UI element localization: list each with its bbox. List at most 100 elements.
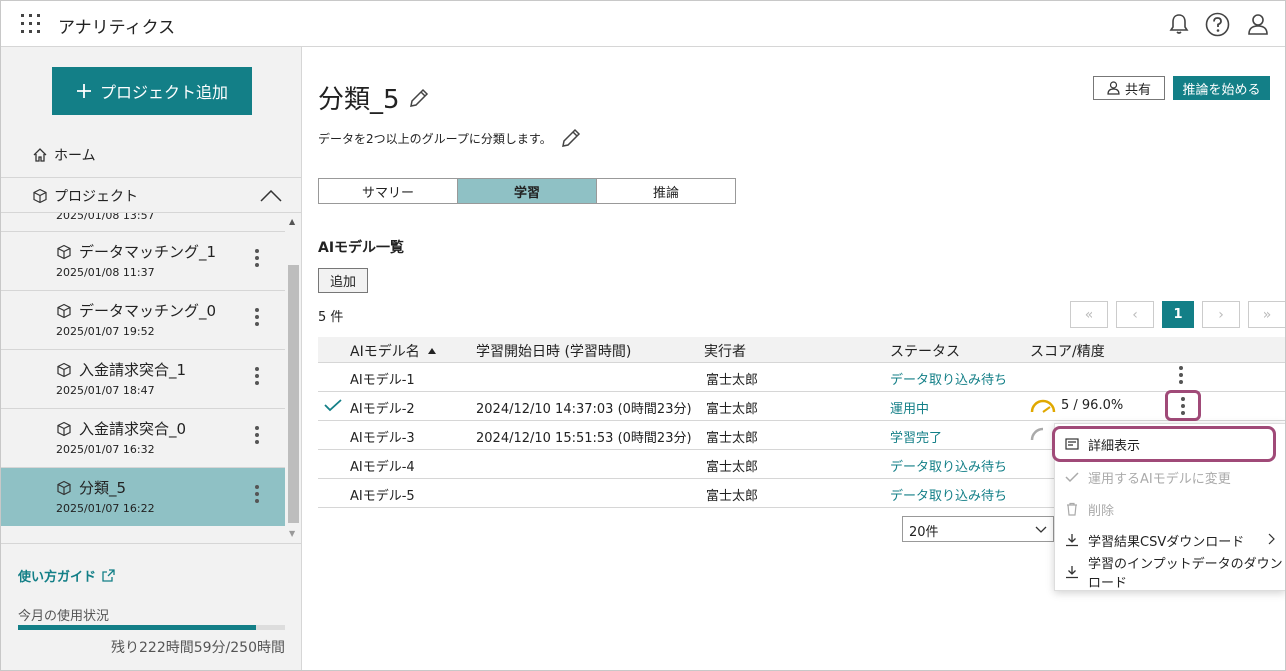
- menu-item[interactable]: 学習結果CSVダウンロード: [1055, 525, 1285, 555]
- project-date: 2025/01/07 18:47: [56, 384, 155, 397]
- external-link-icon: [102, 569, 115, 582]
- usage-progress-fill: [18, 625, 256, 630]
- menu-item-label: 学習のインプットデータのダウンロード: [1088, 557, 1283, 591]
- scroll-up-icon[interactable]: ▲: [289, 217, 295, 226]
- cell-status[interactable]: データ取り込み待ち: [890, 485, 1007, 504]
- col-header-name[interactable]: AIモデル名: [350, 341, 436, 361]
- row-menu-icon-active[interactable]: [1165, 390, 1201, 421]
- project-menu-icon[interactable]: [254, 366, 260, 386]
- project-list: 2025/01/08 13:57 データマッチング_1 2025/01/08 11…: [1, 213, 285, 543]
- project-name: 分類_5: [56, 477, 126, 498]
- cell-status[interactable]: データ取り込み待ち: [890, 369, 1007, 388]
- top-header: アナリティクス: [1, 1, 1285, 47]
- project-menu-icon[interactable]: [254, 425, 260, 445]
- cube-icon: [56, 362, 72, 378]
- cell-status[interactable]: 学習完了: [890, 427, 942, 446]
- pencil-icon[interactable]: [408, 87, 430, 109]
- pencil-icon[interactable]: [560, 127, 582, 149]
- sort-asc-icon: [427, 348, 436, 354]
- user-icon[interactable]: [1246, 12, 1270, 36]
- usage-text: 残り222時間59分/250時間: [111, 640, 285, 656]
- chevron-up-icon[interactable]: [260, 190, 282, 202]
- nav-home[interactable]: ホーム: [32, 145, 96, 165]
- project-name: 入金請求突合_1: [56, 359, 186, 380]
- tab-bar: サマリー 学習 推論: [318, 178, 736, 204]
- page-first-button[interactable]: «: [1070, 301, 1108, 328]
- add-project-button[interactable]: プロジェクト追加: [52, 67, 252, 115]
- project-name-text: 入金請求突合_0: [79, 420, 187, 438]
- usage-guide-link[interactable]: 使い方ガイド: [18, 566, 115, 585]
- menu-item-label: 運用するAIモデルに変更: [1088, 471, 1231, 487]
- page-prev-button[interactable]: ‹: [1116, 301, 1154, 328]
- cube-icon: [33, 188, 47, 204]
- project-item[interactable]: データマッチング_0 2025/01/07 19:52: [1, 290, 285, 349]
- sidebar-scrollbar[interactable]: ▲ ▼: [286, 213, 301, 543]
- apps-icon[interactable]: [20, 13, 42, 35]
- scroll-down-icon[interactable]: ▼: [289, 529, 295, 538]
- per-page-value: 20件: [909, 525, 939, 540]
- check-icon: [1065, 471, 1079, 483]
- usage-progress-bar: [18, 625, 285, 630]
- project-name: データマッチング_1: [56, 241, 216, 262]
- table-row[interactable]: AIモデル-2 2024/12/10 14:37:03 (0時間23分) 富士太郎 運…: [318, 392, 1285, 421]
- col-header-start[interactable]: 学習開始日時 (学習時間): [476, 341, 631, 361]
- col-header-status[interactable]: ステータス: [890, 341, 960, 361]
- nav-project-label: プロジェクト: [54, 189, 138, 205]
- menu-item: 運用するAIモデルに変更: [1055, 462, 1285, 492]
- trash-icon: [1065, 502, 1079, 516]
- tab-summary[interactable]: サマリー: [318, 178, 458, 204]
- item-count: 5 件: [318, 310, 344, 325]
- page-title-text: 分類_5: [318, 85, 400, 115]
- add-project-label: プロジェクト追加: [99, 83, 228, 102]
- project-name-text: データマッチング_0: [79, 302, 217, 320]
- project-item[interactable]: 入金請求突合_1 2025/01/07 18:47: [1, 349, 285, 408]
- table-header: AIモデル名 学習開始日時 (学習時間) 実行者 ステータス スコア/精度: [318, 337, 1285, 363]
- project-name-text: データマッチング_1: [79, 243, 217, 261]
- cell-model-name: AIモデル-2: [350, 402, 415, 417]
- project-menu-icon[interactable]: [254, 484, 260, 504]
- chevron-down-icon: [1035, 526, 1047, 533]
- cell-user: 富士太郎: [706, 373, 759, 388]
- project-name: データマッチング_0: [56, 300, 216, 321]
- add-model-button[interactable]: 追加: [318, 268, 368, 293]
- bell-icon[interactable]: [1167, 12, 1191, 36]
- project-date: 2025/01/08 13:57: [56, 213, 155, 222]
- project-item[interactable]: 分類_5 2025/01/07 16:22: [1, 467, 285, 526]
- page-current-button[interactable]: 1: [1162, 301, 1194, 328]
- project-date: 2025/01/07 16:22: [56, 502, 155, 515]
- tab-training[interactable]: 学習: [457, 178, 597, 204]
- menu-item[interactable]: 学習のインプットデータのダウンロード: [1055, 557, 1285, 591]
- tab-inference[interactable]: 推論: [596, 178, 736, 204]
- cell-model-name: AIモデル-4: [350, 460, 415, 475]
- usage-title: 今月の使用状況: [18, 609, 110, 624]
- start-inference-button[interactable]: 推論を始める: [1173, 76, 1270, 100]
- cell-model-name: AIモデル-5: [350, 489, 415, 504]
- per-page-select[interactable]: 20件: [902, 516, 1054, 542]
- col-header-user[interactable]: 実行者: [704, 341, 746, 361]
- download-icon: [1065, 533, 1079, 547]
- cell-model-name: AIモデル-3: [350, 431, 415, 446]
- check-icon: [324, 399, 342, 412]
- project-item[interactable]: 入金請求突合_0 2025/01/07 16:32: [1, 408, 285, 467]
- nav-project[interactable]: プロジェクト: [1, 177, 301, 213]
- project-item[interactable]: データマッチング_1 2025/01/08 11:37: [1, 231, 285, 290]
- project-menu-icon[interactable]: [254, 248, 260, 268]
- page-next-button[interactable]: ›: [1202, 301, 1240, 328]
- col-header-score[interactable]: スコア/精度: [1030, 341, 1105, 361]
- table-row[interactable]: AIモデル-1 富士太郎 データ取り込み待ち: [318, 363, 1285, 392]
- help-icon[interactable]: [1205, 12, 1230, 37]
- row-menu-icon[interactable]: [1178, 365, 1184, 385]
- page-last-button[interactable]: »: [1248, 301, 1285, 328]
- cell-start-time: 2024/12/10 15:51:53 (0時間23分): [476, 431, 692, 446]
- share-button[interactable]: 共有: [1093, 76, 1165, 100]
- project-menu-icon[interactable]: [254, 307, 260, 327]
- share-label: 共有: [1124, 82, 1151, 98]
- project-date: 2025/01/07 19:52: [56, 325, 155, 338]
- scrollbar-thumb[interactable]: [288, 265, 299, 523]
- cell-score: 5 / 96.0%: [1030, 398, 1123, 413]
- cell-status[interactable]: 運用中: [890, 398, 929, 417]
- cube-icon: [56, 303, 72, 319]
- project-name: 入金請求突合_0: [56, 418, 186, 439]
- cube-icon: [56, 480, 72, 496]
- cell-status[interactable]: データ取り込み待ち: [890, 456, 1007, 475]
